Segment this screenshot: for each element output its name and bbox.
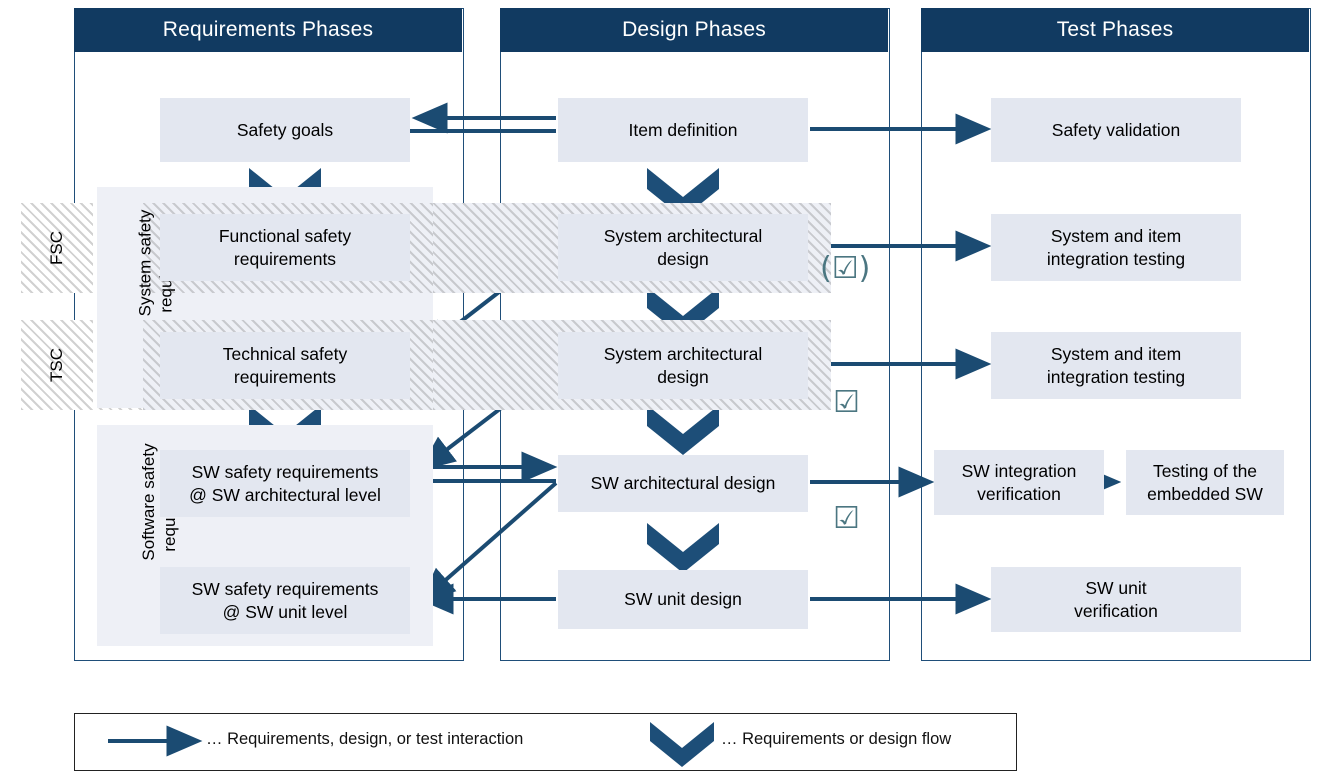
- box-technical-safety-requirements-label: Technical safety requirements: [222, 344, 348, 387]
- box-sw-safety-requirements-unit-label: SW safety requirements @ SW unit level: [191, 579, 379, 622]
- box-functional-safety-requirements-label: Functional safety requirements: [218, 226, 352, 269]
- box-system-architectural-design-tsc[interactable]: System architectural design: [558, 332, 808, 399]
- box-sw-safety-requirements-architectural-label: SW safety requirements @ SW architectura…: [189, 462, 381, 505]
- box-sw-integration-verification[interactable]: SW integration verification: [934, 450, 1104, 515]
- box-sw-safety-requirements-unit[interactable]: SW safety requirements @ SW unit level: [160, 567, 410, 634]
- box-safety-goals[interactable]: Safety goals: [160, 98, 410, 162]
- box-item-definition[interactable]: Item definition: [558, 98, 808, 162]
- box-sw-unit-verification[interactable]: SW unit verification: [991, 567, 1241, 632]
- box-system-architectural-design-tsc-label: System architectural design: [603, 344, 763, 387]
- box-functional-safety-requirements[interactable]: Functional safety requirements: [160, 214, 410, 281]
- column-header-design-label: Design Phases: [622, 18, 766, 41]
- box-sw-architectural-design-label: SW architectural design: [590, 473, 776, 494]
- box-system-item-integration-testing-1-label: System and item integration testing: [1046, 226, 1186, 269]
- checkbox-icon-system-arch-tsc: ☑: [833, 388, 860, 418]
- box-testing-embedded-sw-label: Testing of the embedded SW: [1147, 461, 1263, 504]
- box-safety-validation[interactable]: Safety validation: [991, 98, 1241, 162]
- legend-chevron-label: … Requirements or design flow: [721, 730, 951, 749]
- box-sw-unit-design-label: SW unit design: [624, 589, 742, 610]
- column-header-test-label: Test Phases: [1056, 18, 1174, 41]
- box-system-item-integration-testing-2-label: System and item integration testing: [1046, 344, 1186, 387]
- checkbox-icon-optional-label: (☑): [820, 251, 871, 286]
- legend-arrow-text: … Requirements, design, or test interact…: [206, 730, 524, 748]
- box-sw-architectural-design[interactable]: SW architectural design: [558, 455, 808, 512]
- box-safety-goals-label: Safety goals: [236, 119, 334, 140]
- box-item-definition-label: Item definition: [628, 119, 738, 140]
- checkbox-icon-sw-arch: ☑: [833, 504, 860, 534]
- box-sw-integration-verification-label: SW integration verification: [961, 461, 1077, 504]
- side-label-tsc: TSC: [12, 329, 102, 401]
- side-label-tsc-text: TSC: [47, 348, 67, 382]
- side-label-fsc-text: FSC: [47, 231, 67, 265]
- box-testing-embedded-sw[interactable]: Testing of the embedded SW: [1126, 450, 1284, 515]
- box-system-item-integration-testing-2[interactable]: System and item integration testing: [991, 332, 1241, 399]
- legend-chevron-text: … Requirements or design flow: [721, 730, 952, 748]
- box-sw-unit-design[interactable]: SW unit design: [558, 570, 808, 629]
- column-header-requirements-label: Requirements Phases: [162, 18, 374, 41]
- checkbox-icon-system-arch-tsc-label: ☑: [833, 385, 860, 420]
- column-header-design: Design Phases: [500, 8, 888, 52]
- checkbox-icon-sw-arch-label: ☑: [833, 501, 860, 536]
- legend-arrow-label: … Requirements, design, or test interact…: [206, 730, 523, 749]
- box-system-architectural-design-fsc[interactable]: System architectural design: [558, 214, 808, 281]
- checkbox-icon-optional-system-arch-fsc: (☑): [820, 254, 870, 284]
- column-header-requirements: Requirements Phases: [74, 8, 462, 52]
- box-system-item-integration-testing-1[interactable]: System and item integration testing: [991, 214, 1241, 281]
- box-safety-validation-label: Safety validation: [1051, 119, 1181, 140]
- box-sw-unit-verification-label: SW unit verification: [1074, 578, 1158, 621]
- side-label-fsc: FSC: [12, 212, 102, 284]
- column-header-test: Test Phases: [921, 8, 1309, 52]
- box-technical-safety-requirements[interactable]: Technical safety requirements: [160, 332, 410, 399]
- box-sw-safety-requirements-architectural[interactable]: SW safety requirements @ SW architectura…: [160, 450, 410, 517]
- box-system-architectural-design-fsc-label: System architectural design: [603, 226, 763, 269]
